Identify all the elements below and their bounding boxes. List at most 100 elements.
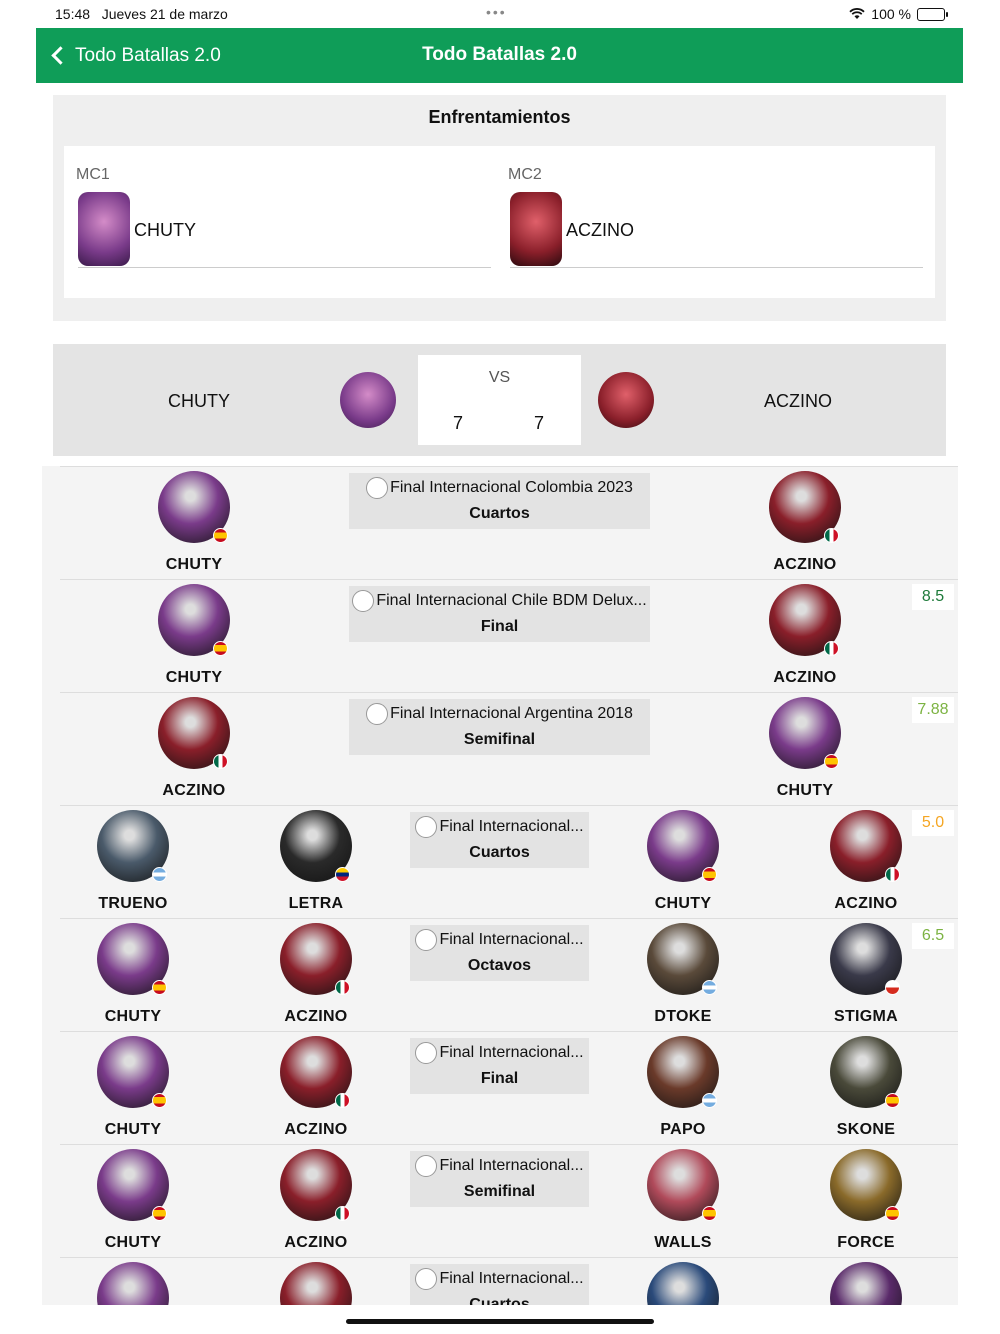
event-name: Final Internacional... (439, 931, 584, 948)
versus-summary: CHUTY VS 7 7 ACZINO (53, 344, 946, 456)
mc1-row[interactable]: CHUTY (78, 192, 491, 268)
flag-es-icon (885, 1206, 900, 1221)
left-player[interactable]: ACZINO (236, 1036, 396, 1141)
event-card[interactable]: Final Internacional... Semifinal (410, 1151, 589, 1207)
left-player[interactable]: TRUENO (53, 810, 213, 915)
flag-es-icon (702, 867, 717, 882)
multitask-dots-icon[interactable]: ••• (486, 4, 507, 20)
flag-es-icon (152, 1206, 167, 1221)
left-player[interactable]: ACZINO (114, 697, 274, 802)
player-avatar (280, 1262, 352, 1305)
right-wins: 7 (534, 413, 545, 433)
battle-row[interactable]: CHUTY ACZINO DTOKE STIGMA Final Internaciona… (42, 918, 958, 1031)
event-title: Final Internacional Chile BDM Delux... (349, 590, 650, 612)
row-divider (60, 1257, 958, 1258)
home-indicator[interactable] (346, 1319, 654, 1324)
left-player[interactable]: ACZINO (236, 1149, 396, 1254)
battle-row[interactable]: CHUTY ACZINO Final Internacional Colombia … (42, 466, 958, 579)
event-name: Final Internacional... (439, 1157, 584, 1174)
player-name: ACZINO (773, 556, 837, 573)
mc1-name: CHUTY (134, 220, 196, 240)
right-player[interactable]: PAPO (603, 1036, 763, 1141)
event-card[interactable]: Final Internacional... Octavos (410, 925, 589, 981)
battle-row[interactable]: CHUTY ACZINO Final Internacional Chile BDM… (42, 579, 958, 692)
left-player[interactable]: CHUTY (114, 471, 274, 576)
event-card[interactable]: Final Internacional Argentina 2018 Semifi… (349, 699, 650, 755)
flag-es-icon (152, 980, 167, 995)
right-player[interactable] (603, 1262, 763, 1305)
versus-left-name: CHUTY (168, 391, 230, 411)
right-player[interactable]: FORCE (786, 1149, 946, 1254)
left-player[interactable]: CHUTY (114, 584, 274, 689)
event-name: Final Internacional Chile BDM Delux... (376, 592, 647, 609)
left-player[interactable]: CHUTY (53, 1149, 213, 1254)
event-name: Final Internacional Argentina 2018 (390, 705, 633, 722)
battery-percent: 100 % (871, 6, 911, 22)
player-avatar (647, 1262, 719, 1305)
event-name: Final Internacional... (439, 1044, 584, 1061)
row-divider (60, 466, 958, 467)
flag-es-icon (824, 754, 839, 769)
event-title: Final Internacional Argentina 2018 (349, 703, 650, 725)
player-name: ACZINO (773, 669, 837, 686)
event-round: Semifinal (463, 1183, 536, 1200)
event-round: Semifinal (463, 731, 536, 748)
player-name: ACZINO (284, 1008, 348, 1025)
battle-row[interactable]: CHUTY ACZINO WALLS FORCE Final Internacional… (42, 1144, 958, 1257)
battle-score-badge: 7.88 (912, 697, 954, 723)
player-name: CHUTY (165, 669, 223, 686)
event-card[interactable]: Final Internacional... Cuartos (410, 1264, 589, 1305)
event-title: Final Internacional... (410, 1042, 589, 1064)
battle-score-badge: 8.5 (912, 584, 954, 610)
left-player[interactable]: CHUTY (53, 1262, 213, 1305)
event-logo-icon (415, 816, 438, 838)
right-player[interactable]: WALLS (603, 1149, 763, 1254)
event-logo-icon (415, 1268, 438, 1290)
mc1-label: MC1 (76, 166, 110, 183)
matchup-header: Enfrentamientos (428, 107, 571, 127)
right-player[interactable]: ACZINO (725, 584, 885, 689)
flag-ar-icon (702, 980, 717, 995)
battle-row[interactable]: CHUTY ACZINO PAPO SKONE Final Internacional.… (42, 1031, 958, 1144)
right-player[interactable]: SKONE (786, 1036, 946, 1141)
right-player[interactable]: DTOKE (603, 923, 763, 1028)
player-name: CHUTY (104, 1234, 162, 1251)
right-player[interactable]: CHUTY (603, 810, 763, 915)
battle-row[interactable]: ACZINO CHUTY Final Internacional Argentina… (42, 692, 958, 805)
battle-row[interactable]: CHUTY ACZINO Final Internacional... Cuartos (42, 1257, 958, 1305)
event-card[interactable]: Final Internacional Chile BDM Delux... Fi… (349, 586, 650, 642)
status-bar: 15:48 Jueves 21 de marzo ••• 100 % (0, 0, 1000, 28)
flag-es-icon (213, 641, 228, 656)
left-player[interactable]: ACZINO (236, 923, 396, 1028)
left-player[interactable]: ACZINO (236, 1262, 396, 1305)
left-player[interactable]: LETRA (236, 810, 396, 915)
left-player[interactable]: CHUTY (53, 923, 213, 1028)
left-player[interactable]: CHUTY (53, 1036, 213, 1141)
vs-label: VS (488, 369, 511, 386)
event-card[interactable]: Final Internacional... Cuartos (410, 812, 589, 868)
event-card[interactable]: Final Internacional... Final (410, 1038, 589, 1094)
player-name: FORCE (837, 1234, 895, 1251)
versus-right-name: ACZINO (764, 391, 833, 411)
battle-list[interactable]: CHUTY ACZINO Final Internacional Colombia … (42, 466, 958, 1305)
battery-icon (917, 7, 948, 21)
right-player[interactable]: CHUTY (725, 697, 885, 802)
player-name: PAPO (660, 1121, 706, 1138)
matchup-panel: Enfrentamientos MC1 CHUTY MC2 ACZINO (53, 95, 946, 321)
flag-cl-icon (885, 980, 900, 995)
mc2-row[interactable]: ACZINO (510, 192, 923, 268)
mc1-avatar (78, 192, 130, 266)
event-card[interactable]: Final Internacional Colombia 2023 Cuartos (349, 473, 650, 529)
status-time: 15:48 Jueves 21 de marzo (55, 6, 228, 22)
event-title: Final Internacional... (410, 1268, 589, 1290)
player-name: ACZINO (834, 895, 898, 912)
matchup-card: MC1 CHUTY MC2 ACZINO (64, 146, 935, 298)
right-player[interactable] (786, 1262, 946, 1305)
right-player[interactable]: ACZINO (725, 471, 885, 576)
battle-row[interactable]: TRUENO LETRA CHUTY ACZINO Final Internaciona… (42, 805, 958, 918)
player-avatar (830, 1262, 902, 1305)
event-round: Final (480, 1070, 519, 1087)
mc2-name: ACZINO (566, 220, 635, 240)
player-name: ACZINO (284, 1234, 348, 1251)
row-divider (60, 579, 958, 580)
